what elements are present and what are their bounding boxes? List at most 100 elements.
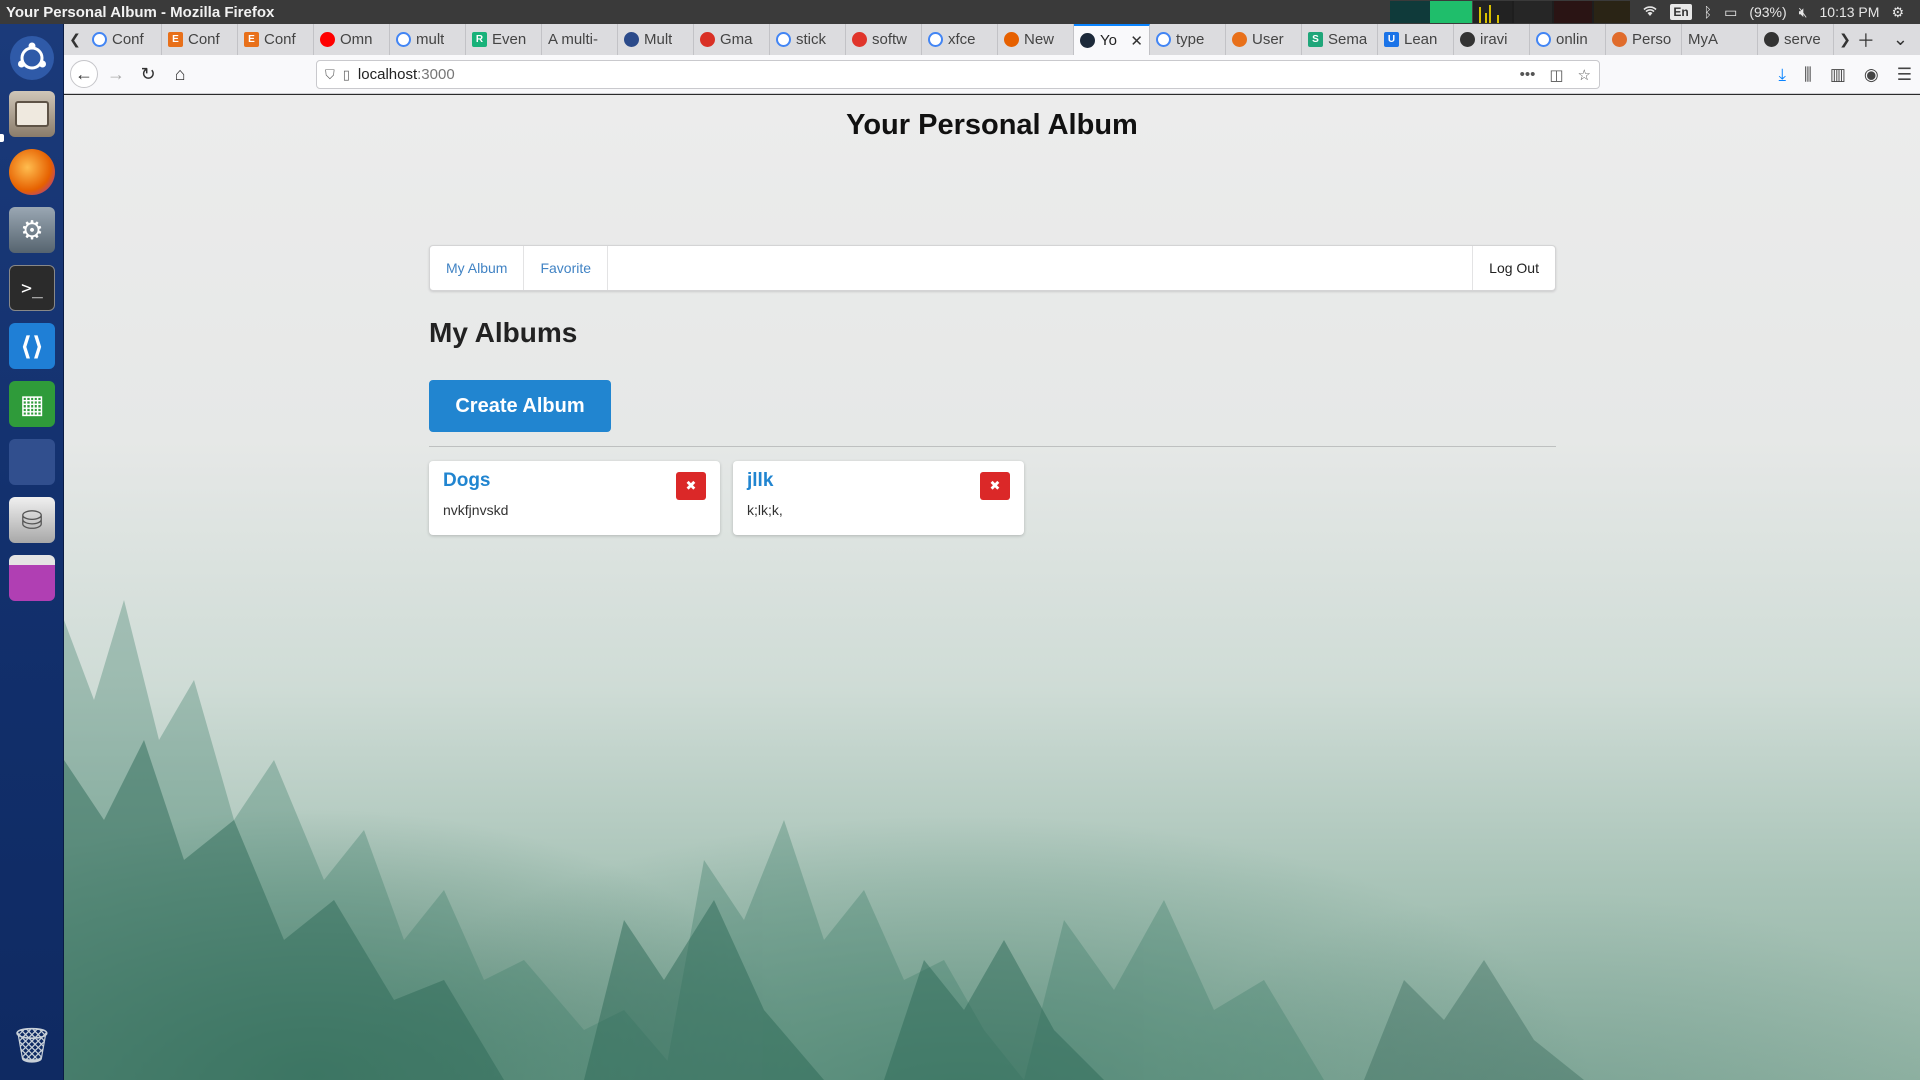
browser-tab[interactable]: serve: [1758, 24, 1834, 55]
settings-icon[interactable]: ⚙: [6, 204, 58, 256]
tabs-container: Conf E Conf E Conf Omn mult R Even A multi- Mult Gm…: [86, 24, 1834, 55]
browser-tab[interactable]: Conf: [86, 24, 162, 55]
browser-tab[interactable]: onlin: [1530, 24, 1606, 55]
album-title[interactable]: Dogs: [443, 470, 491, 492]
app-window-icon[interactable]: [6, 552, 58, 604]
tab-label: Gma: [720, 31, 753, 48]
album-description: k;lk;k,: [747, 502, 783, 518]
keyboard-language-indicator[interactable]: En: [1670, 4, 1692, 20]
page-actions-icon[interactable]: •••: [1520, 66, 1536, 84]
close-tab-icon[interactable]: ✕: [1130, 32, 1143, 50]
browser-tab[interactable]: Perso: [1606, 24, 1682, 55]
window-title: Your Personal Album - Mozilla Firefox: [6, 3, 275, 21]
browser-tab[interactable]: type: [1150, 24, 1226, 55]
scroll-tabs-right-icon[interactable]: ❯: [1834, 24, 1856, 55]
account-icon[interactable]: ◉: [1864, 65, 1879, 85]
downloads-icon[interactable]: ⤓: [1779, 65, 1787, 85]
reload-button[interactable]: ↻: [134, 60, 162, 88]
page-title: Your Personal Album: [846, 109, 1138, 141]
album-card[interactable]: jllk k;lk;k, ✖: [733, 461, 1024, 535]
tab-favicon-icon: [928, 32, 943, 47]
tab-label: Mult: [644, 31, 673, 48]
browser-tab[interactable]: Gma: [694, 24, 770, 55]
section-title: My Albums: [429, 317, 578, 348]
tab-favicon-icon: S: [1308, 32, 1323, 47]
tab-favicon-icon: [624, 32, 639, 47]
vscode-icon[interactable]: ⟨⟩: [6, 320, 58, 372]
browser-tab[interactable]: mult: [390, 24, 466, 55]
files-icon[interactable]: [6, 88, 58, 140]
tab-favicon-icon: [1612, 32, 1627, 47]
tab-favicon-icon: [1232, 32, 1247, 47]
menu-my-album[interactable]: My Album: [430, 246, 525, 290]
list-all-tabs-icon[interactable]: ⌄: [1893, 29, 1908, 50]
main-menu: My Album Favorite Log Out: [429, 245, 1556, 291]
trash-icon[interactable]: 🗑︎: [6, 1020, 58, 1072]
browser-tab[interactable]: stick: [770, 24, 846, 55]
tab-favicon-icon: [1004, 32, 1019, 47]
browser-tab[interactable]: Yo ✕: [1074, 24, 1150, 55]
terminal-icon[interactable]: >_: [6, 262, 58, 314]
close-icon: ✖: [989, 478, 1001, 493]
firefox-icon[interactable]: [6, 146, 58, 198]
tab-label: Perso: [1632, 31, 1672, 48]
browser-tab[interactable]: R Even: [466, 24, 542, 55]
tab-favicon-icon: [700, 32, 715, 47]
pocket-icon[interactable]: ◫: [1549, 66, 1563, 84]
tab-label: Lean: [1404, 31, 1438, 48]
clock[interactable]: 10:13 PM: [1820, 4, 1880, 20]
forward-button[interactable]: →: [102, 60, 130, 88]
page-viewport: Your Personal Album My Album Favorite Lo…: [64, 95, 1920, 1080]
tab-label: type: [1176, 31, 1205, 48]
browser-tab[interactable]: E Conf: [238, 24, 314, 55]
browser-tab[interactable]: Mult: [618, 24, 694, 55]
battery-icon[interactable]: ▭: [1724, 4, 1737, 21]
create-album-button[interactable]: Create Album: [429, 380, 611, 432]
menu-icon[interactable]: ☰: [1897, 65, 1912, 85]
library-icon[interactable]: ⫼: [1804, 65, 1812, 85]
tab-strip: ❮ Conf E Conf E Conf Omn mult R Even A multi- Mult…: [64, 24, 1920, 55]
new-tab-icon[interactable]: ＋: [1857, 27, 1875, 53]
browser-tab[interactable]: MyA: [1682, 24, 1758, 55]
tab-label: Sema: [1328, 31, 1368, 48]
bookmark-star-icon[interactable]: ☆: [1578, 66, 1591, 84]
tab-favicon-icon: E: [168, 32, 183, 47]
home-button[interactable]: ⌂: [166, 60, 194, 88]
browser-tab[interactable]: S Sema: [1302, 24, 1378, 55]
tab-favicon-icon: [852, 32, 867, 47]
browser-tab[interactable]: User: [1226, 24, 1302, 55]
delete-album-button[interactable]: ✖: [980, 472, 1010, 500]
browser-tab[interactable]: E Conf: [162, 24, 238, 55]
back-button[interactable]: ←: [70, 60, 98, 88]
tracking-protection-icon[interactable]: ⛉: [325, 67, 335, 83]
power-icon[interactable]: ⚙: [1891, 4, 1904, 21]
page-info-icon[interactable]: ▯: [343, 67, 350, 83]
volume-muted-icon[interactable]: 🔇︎: [1799, 4, 1808, 21]
wifi-icon[interactable]: [1642, 4, 1658, 20]
disk-icon[interactable]: ⛁: [6, 494, 58, 546]
logout-button[interactable]: Log Out: [1472, 246, 1555, 290]
browser-tab[interactable]: Omn: [314, 24, 390, 55]
delete-album-button[interactable]: ✖: [676, 472, 706, 500]
address-bar[interactable]: ⛉ ▯ localhost:3000 ••• ◫ ☆: [316, 60, 1600, 89]
album-title[interactable]: jllk: [747, 470, 773, 492]
scroll-tabs-left-icon[interactable]: ❮: [64, 24, 86, 55]
ubuntu-logo-icon[interactable]: [6, 32, 58, 84]
browser-tab[interactable]: iravi: [1454, 24, 1530, 55]
workspace-switcher-icon[interactable]: [6, 436, 58, 488]
menu-favorite[interactable]: Favorite: [524, 246, 609, 290]
tab-favicon-icon: [1536, 32, 1551, 47]
bluetooth-icon[interactable]: ᛒ: [1704, 4, 1712, 20]
tab-label: stick: [796, 31, 826, 48]
launcher: ⚙ >_ ⟨⟩ ▦ ⛁ 🗑︎: [0, 24, 64, 1080]
browser-tab[interactable]: New: [998, 24, 1074, 55]
browser-tab[interactable]: U Lean: [1378, 24, 1454, 55]
tab-favicon-icon: [1080, 33, 1095, 48]
sidebar-icon[interactable]: ▥: [1830, 65, 1846, 85]
browser-tab[interactable]: softw: [846, 24, 922, 55]
tab-label: xfce: [948, 31, 976, 48]
spreadsheet-icon[interactable]: ▦: [6, 378, 58, 430]
browser-tab[interactable]: xfce: [922, 24, 998, 55]
browser-tab[interactable]: A multi-: [542, 24, 618, 55]
album-card[interactable]: Dogs nvkfjnvskd ✖: [429, 461, 720, 535]
